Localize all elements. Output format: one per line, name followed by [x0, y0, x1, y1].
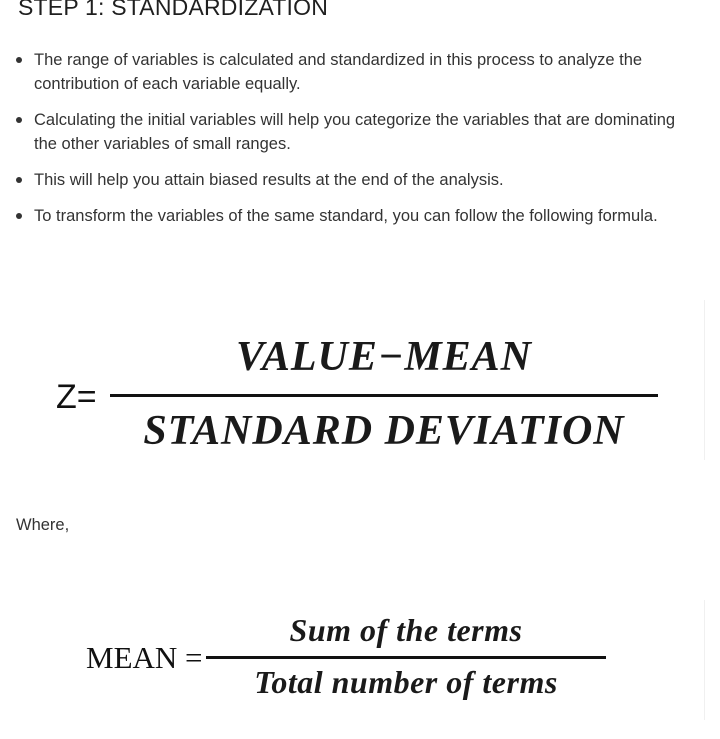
z-formula-fraction-bar: [110, 394, 658, 397]
bullet-item: Calculating the initial variables will h…: [16, 108, 696, 156]
bullet-item: To transform the variables of the same s…: [16, 204, 696, 228]
mean-formula-denominator: Total number of terms: [254, 664, 558, 700]
section-heading: STEP 1: STANDARDIZATION: [18, 0, 329, 20]
z-formula-lhs: Z=: [56, 378, 97, 416]
z-formula-denominator: STANDARD DEVIATION: [143, 408, 625, 454]
mean-formula-image: MEAN = Sum of the terms Total number of …: [0, 600, 705, 720]
mean-formula-numerator: Sum of the terms: [289, 612, 523, 648]
mean-formula-fraction-bar: [206, 656, 606, 659]
where-text: Where,: [16, 516, 70, 534]
z-score-formula-image: Z= VALUE−MEAN STANDARD DEVIATION: [0, 300, 705, 460]
z-formula-numerator: VALUE−MEAN: [235, 334, 533, 380]
bullet-item: This will help you attain biased results…: [16, 168, 696, 192]
bullet-list: The range of variables is calculated and…: [16, 48, 696, 240]
bullet-item: The range of variables is calculated and…: [16, 48, 696, 96]
mean-formula-lhs: MEAN =: [86, 640, 203, 675]
